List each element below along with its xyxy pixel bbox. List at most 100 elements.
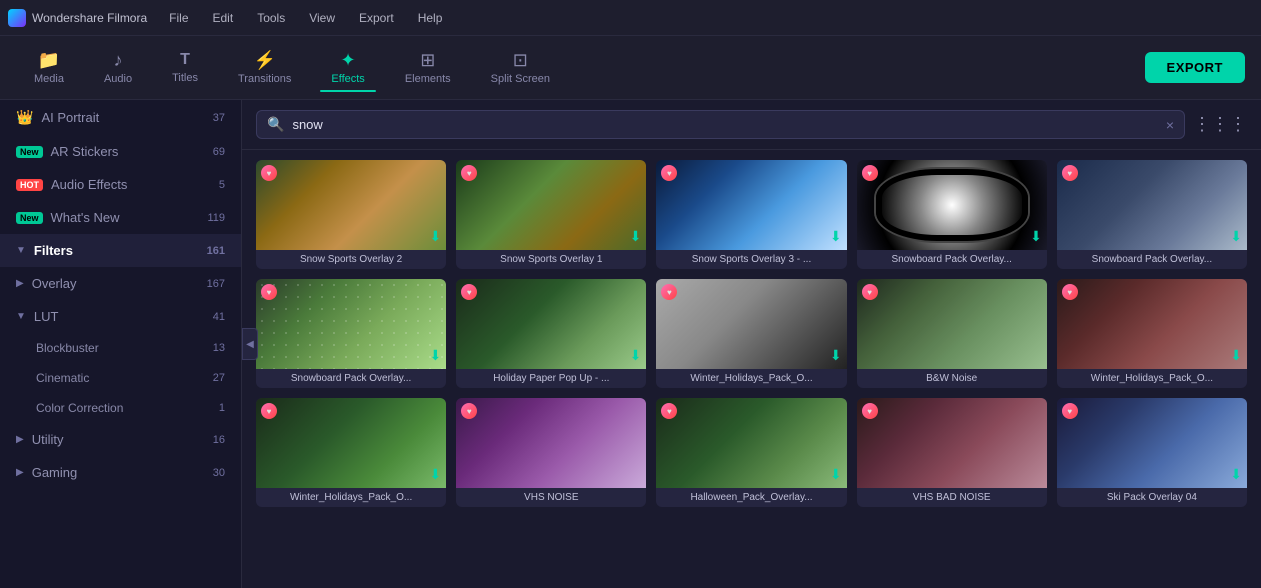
toolbar-elements[interactable]: ⊞ Elements (387, 45, 469, 91)
sidebar-collapse-handle[interactable]: ◀ (242, 328, 258, 360)
search-input[interactable] (292, 117, 1157, 132)
sidebar-item-whats-new[interactable]: New What's New 119 (0, 201, 241, 234)
effects-icon: ✦ (341, 51, 356, 69)
effect-card-14[interactable]: ♥ VHS BAD NOISE (857, 398, 1047, 507)
toolbar-media[interactable]: 📁 Media (16, 45, 82, 91)
download-icon[interactable]: ⬇ (1030, 228, 1042, 245)
heart-icon: ♥ (1062, 284, 1078, 300)
effect-card-10[interactable]: ♥ ⬇ Winter_Holidays_Pack_O... (1057, 279, 1247, 388)
effect-name-12: VHS NOISE (456, 488, 646, 507)
download-icon[interactable]: ⬇ (830, 228, 842, 245)
effect-card-3[interactable]: ♥ ⬇ Snow Sports Overlay 3 - ... (656, 160, 846, 269)
overlay-expand-icon: ▶ (16, 278, 24, 289)
heart-icon: ♥ (461, 403, 477, 419)
toolbar-transitions[interactable]: ⚡ Transitions (220, 45, 309, 91)
media-icon: 📁 (38, 51, 60, 69)
sidebar-item-gaming[interactable]: ▶ Gaming 30 (0, 456, 241, 489)
menu-export[interactable]: Export (349, 7, 404, 29)
sidebar-item-blockbuster[interactable]: Blockbuster 13 (0, 333, 241, 363)
effect-name-3: Snow Sports Overlay 3 - ... (656, 250, 846, 269)
sidebar-item-overlay[interactable]: ▶ Overlay 167 (0, 267, 241, 300)
sidebar-item-filters[interactable]: ▼ Filters 161 (0, 234, 241, 267)
elements-icon: ⊞ (420, 51, 435, 69)
sidebar-item-utility[interactable]: ▶ Utility 16 (0, 423, 241, 456)
sidebar-item-color-correction[interactable]: Color Correction 1 (0, 393, 241, 423)
effect-name-15: Ski Pack Overlay 04 (1057, 488, 1247, 507)
effect-thumb-13: ♥ ⬇ (656, 398, 846, 488)
download-icon[interactable]: ⬇ (630, 228, 642, 245)
effect-card-7[interactable]: ♥ ⬇ Holiday Paper Pop Up - ... (456, 279, 646, 388)
download-icon[interactable]: ⬇ (1230, 228, 1242, 245)
download-icon[interactable]: ⬇ (1230, 347, 1242, 364)
effect-name-11: Winter_Holidays_Pack_O... (256, 488, 446, 507)
effect-card-12[interactable]: ♥ VHS NOISE (456, 398, 646, 507)
sidebar-item-lut[interactable]: ▼ LUT 41 (0, 300, 241, 333)
sidebar-lut-label: LUT (34, 309, 59, 324)
effect-card-11[interactable]: ♥ ⬇ Winter_Holidays_Pack_O... (256, 398, 446, 507)
toolbar: 📁 Media ♪ Audio T Titles ⚡ Transitions ✦… (0, 36, 1261, 100)
heart-icon: ♥ (862, 284, 878, 300)
effect-thumb-2: ♥ ⬇ (456, 160, 646, 250)
toolbar-split-screen[interactable]: ⊡ Split Screen (473, 45, 568, 91)
content-area: 🔍 × ⋮⋮⋮ ♥ ⬇ Snow Sports Overlay 2 ♥ ⬇ Sn… (242, 100, 1261, 588)
download-icon[interactable]: ⬇ (630, 347, 642, 364)
sidebar-audio-effects-label: Audio Effects (51, 177, 127, 192)
effect-card-8[interactable]: ♥ ⬇ Winter_Holidays_Pack_O... (656, 279, 846, 388)
app-logo-icon (8, 9, 26, 27)
sidebar-gaming-count: 30 (213, 467, 225, 479)
download-icon[interactable]: ⬇ (830, 466, 842, 483)
effect-name-13: Halloween_Pack_Overlay... (656, 488, 846, 507)
menu-help[interactable]: Help (408, 7, 453, 29)
effect-card-1[interactable]: ♥ ⬇ Snow Sports Overlay 2 (256, 160, 446, 269)
sidebar-item-ai-portrait[interactable]: 👑 AI Portrait 37 (0, 100, 241, 135)
sidebar-item-audio-effects[interactable]: HOT Audio Effects 5 (0, 168, 241, 201)
menu-tools[interactable]: Tools (247, 7, 295, 29)
filters-collapse-icon: ▼ (16, 245, 26, 256)
export-button[interactable]: EXPORT (1145, 52, 1245, 83)
download-icon[interactable]: ⬇ (830, 347, 842, 364)
effect-name-8: Winter_Holidays_Pack_O... (656, 369, 846, 388)
menu-file[interactable]: File (159, 7, 198, 29)
toolbar-effects-label: Effects (331, 73, 364, 85)
sidebar-filters-count: 161 (207, 245, 225, 257)
toolbar-split-screen-label: Split Screen (491, 73, 550, 85)
effect-card-6[interactable]: ♥ ⬇ Snowboard Pack Overlay... (256, 279, 446, 388)
effect-card-15[interactable]: ♥ ⬇ Ski Pack Overlay 04 (1057, 398, 1247, 507)
toolbar-titles[interactable]: T Titles (154, 46, 216, 90)
effect-name-10: Winter_Holidays_Pack_O... (1057, 369, 1247, 388)
effect-name-9: B&W Noise (857, 369, 1047, 388)
menu-view[interactable]: View (299, 7, 345, 29)
search-icon: 🔍 (267, 116, 284, 133)
toolbar-audio-label: Audio (104, 73, 132, 85)
effect-card-5[interactable]: ♥ ⬇ Snowboard Pack Overlay... (1057, 160, 1247, 269)
sidebar-item-ar-stickers[interactable]: New AR Stickers 69 (0, 135, 241, 168)
effect-card-9[interactable]: ♥ B&W Noise (857, 279, 1047, 388)
sidebar-audio-effects-count: 5 (219, 179, 225, 191)
search-clear-button[interactable]: × (1166, 117, 1174, 133)
effect-card-4[interactable]: ♥ ⬇ Snowboard Pack Overlay... (857, 160, 1047, 269)
effect-thumb-15: ♥ ⬇ (1057, 398, 1247, 488)
download-icon[interactable]: ⬇ (1230, 466, 1242, 483)
effect-thumb-6: ♥ ⬇ (256, 279, 446, 369)
download-icon[interactable]: ⬇ (429, 466, 441, 483)
sidebar-cinematic-count: 27 (213, 372, 225, 384)
bw-overlay (857, 279, 1047, 369)
search-bar: 🔍 × ⋮⋮⋮ (242, 100, 1261, 150)
heart-icon: ♥ (261, 284, 277, 300)
grid-view-icon[interactable]: ⋮⋮⋮ (1193, 114, 1247, 135)
effect-card-2[interactable]: ♥ ⬇ Snow Sports Overlay 1 (456, 160, 646, 269)
effect-name-6: Snowboard Pack Overlay... (256, 369, 446, 388)
toolbar-audio[interactable]: ♪ Audio (86, 45, 150, 91)
effect-card-13[interactable]: ♥ ⬇ Halloween_Pack_Overlay... (656, 398, 846, 507)
download-icon[interactable]: ⬇ (429, 347, 441, 364)
effect-thumb-4: ♥ ⬇ (857, 160, 1047, 250)
effect-thumb-12: ♥ (456, 398, 646, 488)
toolbar-effects[interactable]: ✦ Effects (313, 45, 382, 91)
toolbar-media-label: Media (34, 73, 64, 85)
download-icon[interactable]: ⬇ (429, 228, 441, 245)
sidebar-item-cinematic[interactable]: Cinematic 27 (0, 363, 241, 393)
heart-icon: ♥ (862, 403, 878, 419)
heart-icon: ♥ (661, 403, 677, 419)
menu-edit[interactable]: Edit (203, 7, 244, 29)
sidebar-ar-stickers-count: 69 (213, 146, 225, 158)
